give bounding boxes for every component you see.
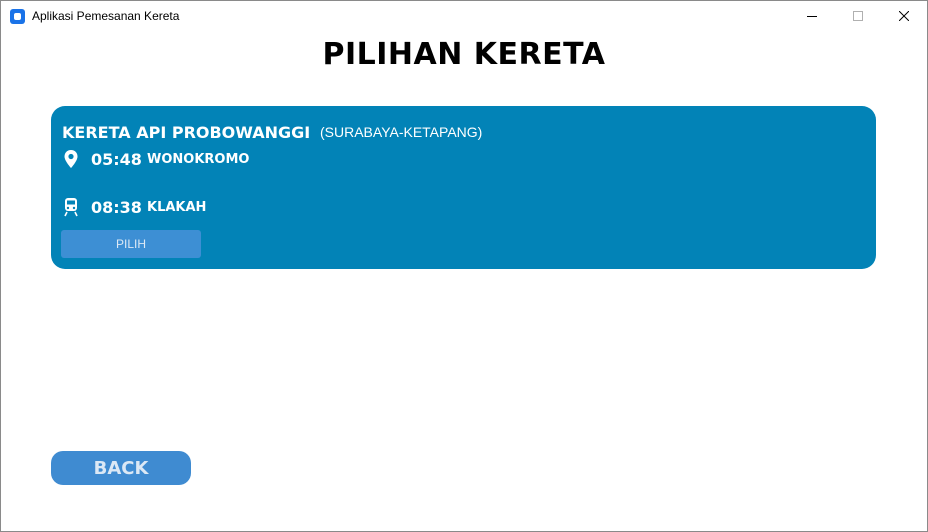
train-name: KERETA API PROBOWANGGI — [62, 123, 311, 142]
arrival-station: KLAKAH — [147, 200, 207, 215]
window-title: Aplikasi Pemesanan Kereta — [32, 9, 180, 23]
page-title: PILIHAN KERETA — [322, 37, 606, 72]
minimize-icon — [807, 16, 817, 17]
departure-time: 05:48 — [91, 150, 142, 169]
app-icon — [10, 9, 25, 24]
close-icon — [899, 11, 909, 21]
select-train-button[interactable]: PILIH — [61, 230, 201, 258]
location-pin-icon — [64, 150, 78, 168]
app-window: Aplikasi Pemesanan Kereta PILIHAN KERETA… — [0, 0, 928, 532]
departure-station: WONOKROMO — [147, 152, 250, 167]
maximize-button[interactable] — [835, 1, 881, 31]
back-button[interactable]: BACK — [51, 451, 191, 485]
train-route: (SURABAYA-KETAPANG) — [320, 124, 483, 140]
title-bar: Aplikasi Pemesanan Kereta — [1, 1, 927, 31]
arrival-time: 08:38 — [91, 198, 142, 217]
maximize-icon — [853, 11, 863, 21]
train-card: KERETA API PROBOWANGGI (SURABAYA-KETAPAN… — [51, 106, 876, 269]
minimize-button[interactable] — [789, 1, 835, 31]
close-button[interactable] — [881, 1, 927, 31]
train-icon — [64, 198, 78, 217]
